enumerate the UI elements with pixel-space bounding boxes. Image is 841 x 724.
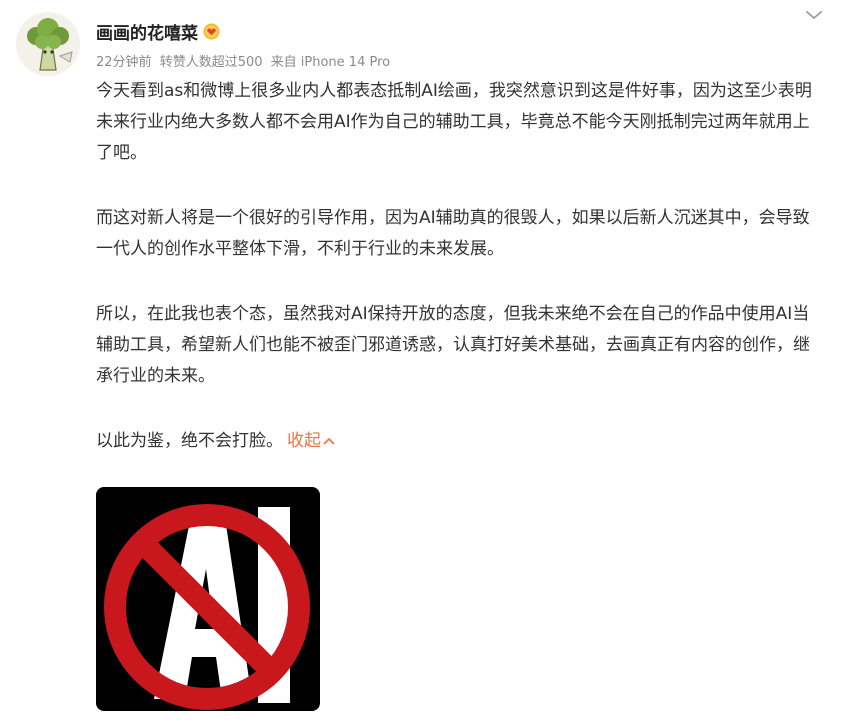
gold-heart-badge-icon [203,23,220,40]
post-paragraph-text: 以此为鉴，绝不会打脸。 [96,431,283,451]
author-name[interactable]: 画画的花嘻菜 [96,19,220,44]
collapse-label[interactable]: 收起 [287,431,321,451]
chevron-down-icon[interactable] [805,6,823,19]
author-name-label[interactable]: 画画的花嘻菜 [96,19,198,44]
post-source: 来自 iPhone 14 Pro [270,55,391,70]
post-paragraph: 今天看到as和微博上很多业内人都表态抵制AI绘画，我突然意识到这是件好事，因为这… [96,81,812,163]
broccoli-character-icon [16,12,80,76]
post-paragraph-last: 以此为鉴，绝不会打脸。 收起 [96,426,816,457]
post-content: 今天看到as和微博上很多业内人都表态抵制AI绘画，我突然意识到这是件好事，因为这… [96,76,816,457]
post-time[interactable]: 22分钟前 [96,55,152,70]
post-paragraph: 所以，在此我也表个态，虽然我对AI保持开放的态度，但我未来绝不会在自己的作品中使… [96,304,810,386]
post-meta: 22分钟前 转赞人数超过500 来自 iPhone 14 Pro [96,51,394,70]
chevron-up-icon [323,438,335,445]
repost-count: 转赞人数超过500 [159,55,263,70]
post-image-no-ai[interactable] [96,487,320,711]
collapse-link[interactable]: 收起 [287,431,335,451]
post-paragraph: 而这对新人将是一个很好的引导作用，因为AI辅助真的很毁人，如果以后新人沉迷其中，… [96,208,810,259]
avatar[interactable] [16,12,80,76]
